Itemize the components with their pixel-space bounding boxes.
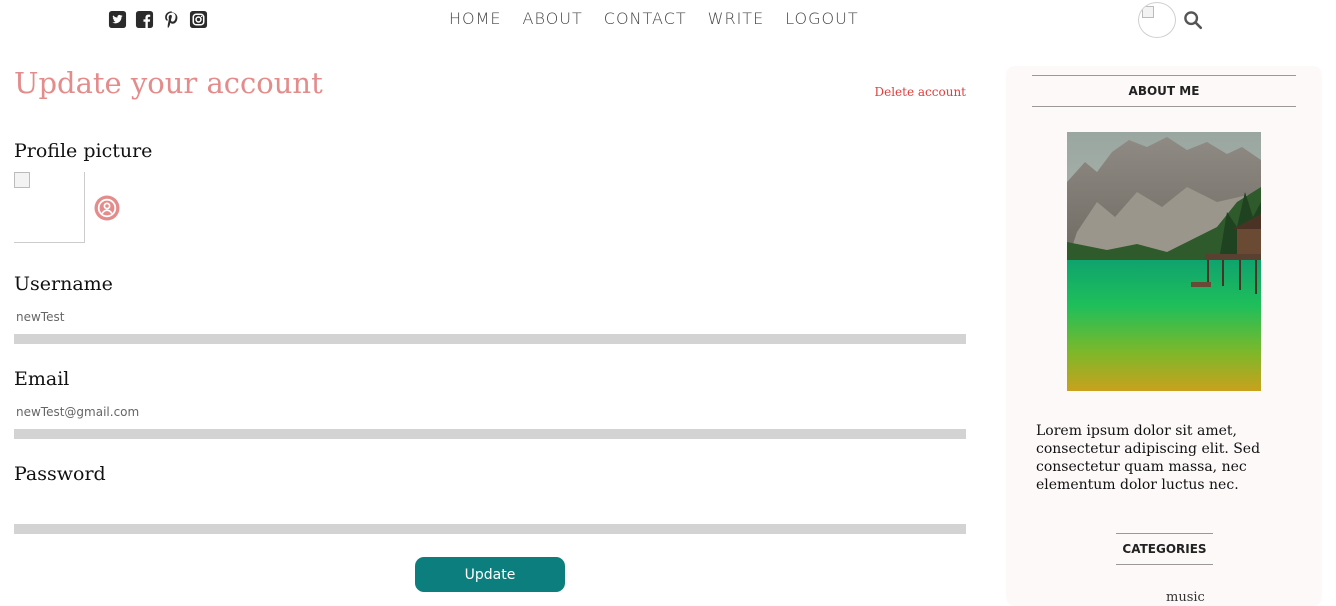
pinterest-icon[interactable] (162, 10, 181, 29)
email-field[interactable]: newTest@gmail.com (14, 401, 966, 439)
nav-about[interactable]: ABOUT (523, 9, 583, 28)
password-label: Password (14, 463, 106, 485)
page-title: Update your account (14, 66, 323, 100)
account-form: Update your account Delete account Profi… (14, 64, 966, 592)
username-field[interactable]: newTest (14, 306, 966, 344)
about-me-title: ABOUT ME (1032, 75, 1296, 107)
profile-picture-label: Profile picture (14, 140, 153, 162)
sidebar: ABOUT ME Lorem ipsum dolor sit amet, con… (1006, 66, 1322, 606)
delete-account-link[interactable]: Delete account (875, 85, 967, 99)
username-placeholder: newTest (16, 310, 65, 324)
title-row: Update your account Delete account (14, 64, 966, 104)
instagram-icon[interactable] (189, 10, 208, 29)
nav-write[interactable]: WRITE (708, 9, 765, 28)
email-placeholder: newTest@gmail.com (16, 405, 140, 419)
username-label: Username (14, 273, 113, 295)
update-button[interactable]: Update (415, 557, 565, 592)
social-links (108, 10, 208, 29)
avatar[interactable] (1138, 2, 1176, 38)
search-icon[interactable] (1182, 9, 1204, 31)
nav-home[interactable]: HOME (449, 9, 502, 28)
nav-logout[interactable]: LOGOUT (785, 9, 858, 28)
user-circle-icon[interactable] (94, 195, 120, 221)
broken-image-icon (1142, 6, 1154, 18)
categories-title: CATEGORIES (1116, 533, 1213, 565)
facebook-icon[interactable] (135, 10, 154, 29)
top-bar: HOME ABOUT CONTACT WRITE LOGOUT (0, 0, 1336, 40)
email-label: Email (14, 368, 70, 390)
broken-image-icon (14, 172, 30, 188)
about-image (1067, 132, 1261, 391)
twitter-icon[interactable] (108, 10, 127, 29)
about-me-text: Lorem ipsum dolor sit amet, consectetur … (1036, 423, 1261, 493)
nav-contact[interactable]: CONTACT (604, 9, 687, 28)
password-field[interactable] (14, 496, 966, 534)
main-nav: HOME ABOUT CONTACT WRITE LOGOUT (449, 9, 859, 28)
profile-picture (14, 172, 85, 243)
top-right-controls (1138, 2, 1204, 38)
